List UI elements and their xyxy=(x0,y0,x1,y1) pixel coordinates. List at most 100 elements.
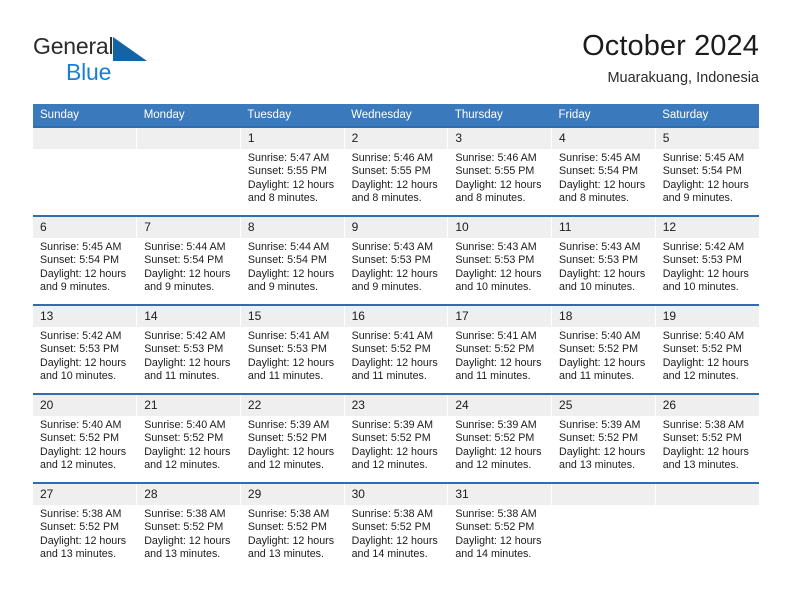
daylight-text-line2: and 13 minutes. xyxy=(144,548,221,561)
daylight-text-line1: Daylight: 12 hours xyxy=(247,356,335,369)
sunset-text: Sunset: 5:53 PM xyxy=(40,343,120,356)
calendar-day-cell[interactable]: 19 Sunrise: 5:40 AM Sunset: 5:52 PM Dayligh… xyxy=(654,304,759,394)
day-number: 16 xyxy=(344,306,448,327)
daylight-text-line1: Daylight: 12 hours xyxy=(559,178,646,191)
sunset-text: Sunset: 5:52 PM xyxy=(351,521,431,534)
calendar-day-cell[interactable]: 1 Sunrise: 5:47 AM Sunset: 5:55 PM Daylight… xyxy=(239,126,345,216)
weekday-header-wednesday: Wednesday xyxy=(344,104,448,127)
calendar-day-cell[interactable]: 14 Sunrise: 5:42 AM Sunset: 5:53 PM Dayligh… xyxy=(136,304,241,394)
daylight-text-line1: Daylight: 12 hours xyxy=(455,445,542,458)
sunset-text: Sunset: 5:54 PM xyxy=(559,165,639,178)
sunset-text: Sunset: 5:52 PM xyxy=(455,521,535,534)
calendar-week-row: 1 Sunrise: 5:47 AM Sunset: 5:55 PM Daylight… xyxy=(33,126,759,216)
day-details: Sunrise: 5:47 AM Sunset: 5:55 PM Daylight:… xyxy=(241,149,344,206)
sunrise-text: Sunrise: 5:44 AM xyxy=(247,241,330,253)
daylight-text-line1: Daylight: 12 hours xyxy=(455,356,542,369)
sunrise-text: Sunrise: 5:46 AM xyxy=(455,152,537,164)
calendar-day-cell[interactable]: 22 Sunrise: 5:39 AM Sunset: 5:52 PM Dayligh… xyxy=(239,393,345,483)
calendar-day-cell[interactable]: 6 Sunrise: 5:45 AM Sunset: 5:54 PM Daylight… xyxy=(33,215,137,305)
calendar-day-cell[interactable]: 10 Sunrise: 5:43 AM Sunset: 5:53 PM Dayligh… xyxy=(447,215,552,305)
weekday-header-row: Sunday Monday Tuesday Wednesday Thursday… xyxy=(33,104,759,127)
sunrise-text: Sunrise: 5:39 AM xyxy=(351,419,433,431)
calendar-day-cell[interactable]: 23 Sunrise: 5:39 AM Sunset: 5:52 PM Dayligh… xyxy=(343,393,448,483)
day-number: 20 xyxy=(33,395,137,416)
sunset-text: Sunset: 5:53 PM xyxy=(351,254,431,267)
daylight-text-line2: and 11 minutes. xyxy=(144,370,220,383)
sunrise-text: Sunrise: 5:41 AM xyxy=(455,330,537,342)
calendar-day-cell[interactable]: 3 Sunrise: 5:46 AM Sunset: 5:55 PM Daylight… xyxy=(447,126,552,216)
day-number: 10 xyxy=(448,217,552,238)
sunset-text: Sunset: 5:52 PM xyxy=(662,432,742,445)
calendar-day-cell[interactable]: 29 Sunrise: 5:38 AM Sunset: 5:52 PM Dayligh… xyxy=(239,482,345,572)
sunrise-text: Sunrise: 5:43 AM xyxy=(351,241,433,253)
calendar-day-cell[interactable]: 15 Sunrise: 5:41 AM Sunset: 5:53 PM Dayligh… xyxy=(239,304,345,394)
sunset-text: Sunset: 5:52 PM xyxy=(247,521,327,534)
brand-triangle-icon xyxy=(113,37,151,66)
day-number: 4 xyxy=(552,128,655,149)
sunrise-text: Sunrise: 5:38 AM xyxy=(247,508,330,520)
calendar-day-cell[interactable]: 8 Sunrise: 5:44 AM Sunset: 5:54 PM Daylight… xyxy=(239,215,345,305)
sunset-text: Sunset: 5:52 PM xyxy=(40,432,120,445)
brand-logo[interactable]: General Blue xyxy=(33,34,253,90)
sunset-text: Sunset: 5:53 PM xyxy=(455,254,535,267)
sunrise-text: Sunrise: 5:42 AM xyxy=(144,330,226,342)
calendar-day-cell[interactable]: 12 Sunrise: 5:42 AM Sunset: 5:53 PM Dayligh… xyxy=(654,215,759,305)
calendar-day-cell[interactable]: 26 Sunrise: 5:38 AM Sunset: 5:52 PM Dayligh… xyxy=(654,393,759,483)
daylight-text-line2: and 13 minutes. xyxy=(559,459,636,472)
daylight-text-line2: and 9 minutes. xyxy=(144,281,215,294)
day-details: Sunrise: 5:42 AM Sunset: 5:53 PM Daylight:… xyxy=(137,327,240,384)
calendar-day-cell[interactable]: 16 Sunrise: 5:41 AM Sunset: 5:52 PM Dayligh… xyxy=(343,304,448,394)
calendar-week-row: 13 Sunrise: 5:42 AM Sunset: 5:53 PM Dayligh… xyxy=(33,304,759,394)
calendar-day-cell[interactable]: 18 Sunrise: 5:40 AM Sunset: 5:52 PM Dayligh… xyxy=(551,304,656,394)
calendar-day-cell[interactable]: 4 Sunrise: 5:45 AM Sunset: 5:54 PM Daylight… xyxy=(551,126,656,216)
daylight-text-line2: and 9 minutes. xyxy=(351,281,422,294)
calendar-day-cell[interactable]: 27 Sunrise: 5:38 AM Sunset: 5:52 PM Dayligh… xyxy=(33,482,137,572)
day-details: Sunrise: 5:45 AM Sunset: 5:54 PM Daylight:… xyxy=(552,149,655,206)
calendar-day-cell[interactable]: 2 Sunrise: 5:46 AM Sunset: 5:55 PM Daylight… xyxy=(343,126,448,216)
calendar-day-cell[interactable]: 20 Sunrise: 5:40 AM Sunset: 5:52 PM Dayligh… xyxy=(33,393,137,483)
calendar-day-cell[interactable]: 5 Sunrise: 5:45 AM Sunset: 5:54 PM Daylight… xyxy=(654,126,759,216)
sunrise-text: Sunrise: 5:38 AM xyxy=(144,508,226,520)
day-number: 21 xyxy=(137,395,240,416)
day-details: Sunrise: 5:41 AM Sunset: 5:52 PM Daylight:… xyxy=(448,327,551,384)
calendar-day-cell[interactable]: 7 Sunrise: 5:44 AM Sunset: 5:54 PM Daylight… xyxy=(136,215,241,305)
daylight-text-line2: and 11 minutes. xyxy=(559,370,635,383)
calendar-day-cell[interactable]: 17 Sunrise: 5:41 AM Sunset: 5:52 PM Dayligh… xyxy=(447,304,552,394)
sunset-text: Sunset: 5:53 PM xyxy=(662,254,742,267)
day-details: Sunrise: 5:40 AM Sunset: 5:52 PM Daylight:… xyxy=(137,416,240,473)
sunrise-text: Sunrise: 5:38 AM xyxy=(351,508,433,520)
calendar-page: General Blue October 2024 Muarakuang, In… xyxy=(0,0,792,612)
calendar-day-cell[interactable]: 24 Sunrise: 5:39 AM Sunset: 5:52 PM Dayligh… xyxy=(447,393,552,483)
sunset-text: Sunset: 5:54 PM xyxy=(40,254,120,267)
daylight-text-line1: Daylight: 12 hours xyxy=(662,445,749,458)
calendar-day-cell[interactable]: 21 Sunrise: 5:40 AM Sunset: 5:52 PM Dayligh… xyxy=(136,393,241,483)
day-details: Sunrise: 5:45 AM Sunset: 5:54 PM Daylight:… xyxy=(33,238,136,295)
sunset-text: Sunset: 5:52 PM xyxy=(455,432,535,445)
calendar-day-cell[interactable]: 11 Sunrise: 5:43 AM Sunset: 5:53 PM Dayligh… xyxy=(551,215,656,305)
daylight-text-line2: and 11 minutes. xyxy=(247,370,324,383)
calendar-body: 1 Sunrise: 5:47 AM Sunset: 5:55 PM Daylight… xyxy=(33,126,759,572)
day-details: Sunrise: 5:44 AM Sunset: 5:54 PM Daylight:… xyxy=(137,238,240,295)
calendar-day-cell[interactable]: 9 Sunrise: 5:43 AM Sunset: 5:53 PM Daylight… xyxy=(343,215,448,305)
calendar-day-cell[interactable]: 25 Sunrise: 5:39 AM Sunset: 5:52 PM Dayligh… xyxy=(551,393,656,483)
weekday-header-tuesday: Tuesday xyxy=(240,104,345,127)
calendar-day-cell-empty xyxy=(33,126,137,216)
daylight-text-line1: Daylight: 12 hours xyxy=(247,445,335,458)
daylight-text-line1: Daylight: 12 hours xyxy=(559,267,646,280)
daylight-text-line2: and 11 minutes. xyxy=(455,370,531,383)
day-number: 18 xyxy=(552,306,655,327)
sunset-text: Sunset: 5:52 PM xyxy=(559,343,639,356)
daylight-text-line1: Daylight: 12 hours xyxy=(455,267,542,280)
calendar-header-row: Sunday Monday Tuesday Wednesday Thursday… xyxy=(33,104,759,127)
day-number: 12 xyxy=(655,217,759,238)
daylight-text-line2: and 9 minutes. xyxy=(40,281,111,294)
day-number xyxy=(33,128,137,149)
sunset-text: Sunset: 5:54 PM xyxy=(247,254,327,267)
calendar-day-cell[interactable]: 28 Sunrise: 5:38 AM Sunset: 5:52 PM Dayligh… xyxy=(136,482,241,572)
day-details: Sunrise: 5:38 AM Sunset: 5:52 PM Daylight:… xyxy=(137,505,240,562)
calendar-day-cell[interactable]: 30 Sunrise: 5:38 AM Sunset: 5:52 PM Dayligh… xyxy=(343,482,448,572)
calendar-day-cell[interactable]: 13 Sunrise: 5:42 AM Sunset: 5:53 PM Dayligh… xyxy=(33,304,137,394)
sunrise-text: Sunrise: 5:38 AM xyxy=(40,508,122,520)
calendar-day-cell[interactable]: 31 Sunrise: 5:38 AM Sunset: 5:52 PM Dayligh… xyxy=(447,482,552,572)
weekday-header-sunday: Sunday xyxy=(33,104,137,127)
